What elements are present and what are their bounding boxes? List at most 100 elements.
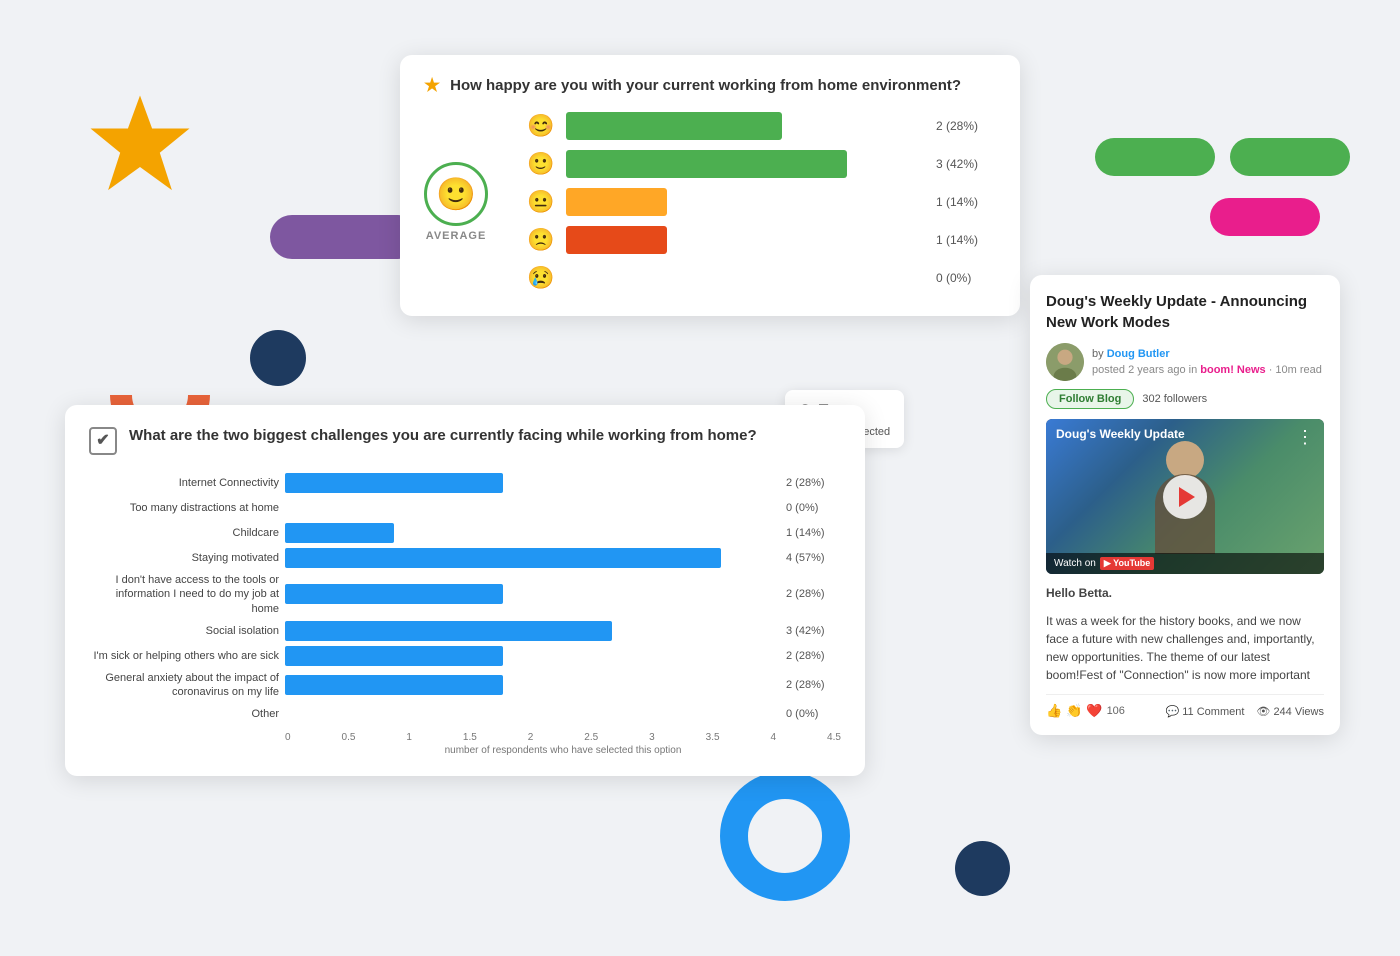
challenge-row-4: Staying motivated 4 (57%) [89,548,841,568]
decorative-green-pill-1 [1095,138,1215,176]
reaction-clap: 👏 [1066,703,1082,719]
blog-avatar [1046,343,1084,381]
blog-reactions: 👍 👏 ❤️ 106 [1046,703,1125,719]
challenges-card-title: ✔ What are the two biggest challenges yo… [89,425,841,455]
challenge-row-2: Too many distractions at home 0 (0%) [89,498,841,518]
blog-posted: posted 2 years ago in boom! News · 10m r… [1092,364,1322,376]
bar-2 [566,150,926,178]
x-axis: 00.511.522.533.544.5 [89,732,841,743]
challenge-row-5: I don't have access to the tools or info… [89,573,841,616]
happiness-row-4: 🙁 1 (14%) [526,226,996,254]
label-5: 0 (0%) [936,271,996,285]
challenge-row-3: Childcare 1 (14%) [89,523,841,543]
challenges-survey-card: ✔ What are the two biggest challenges yo… [65,405,865,776]
average-emoji: 🙂 [424,162,488,226]
blog-footer: 👍 👏 ❤️ 106 💬 11 Comment 👁 244 Views [1046,694,1324,719]
blog-comments[interactable]: 💬 11 Comment [1165,705,1244,718]
followers-count: 302 followers [1142,393,1207,405]
happiness-row-5: 😢 0 (0%) [526,264,996,292]
emoji-3: 😐 [526,189,556,215]
challenge-val-2: 0 (0%) [786,502,841,514]
challenge-label-8: General anxiety about the impact of coro… [89,671,279,700]
challenge-label-9: Other [89,707,279,721]
blog-actions: Follow Blog 302 followers [1046,389,1324,409]
challenge-label-1: Internet Connectivity [89,476,279,490]
happiness-row-3: 😐 1 (14%) [526,188,996,216]
bar-5 [566,264,926,292]
blog-by: by [1092,348,1107,360]
label-4: 1 (14%) [936,233,996,247]
challenge-bar-8 [285,675,780,695]
decorative-blue-donut [720,771,850,901]
happiness-row-1: 😊 2 (28%) [526,112,996,140]
challenge-bar-6 [285,621,780,641]
challenge-bar-1 [285,473,780,493]
follow-blog-button[interactable]: Follow Blog [1046,389,1134,409]
label-1: 2 (28%) [936,119,996,133]
bar-4 [566,226,926,254]
decorative-navy-circle [250,330,306,386]
challenge-bar-2 [285,498,780,518]
challenge-val-5: 2 (28%) [786,588,841,600]
happiness-average: 🙂 AVERAGE [424,162,488,242]
blog-body: It was a week for the history books, and… [1046,612,1324,684]
decorative-purple-pill [270,215,420,259]
challenge-bar-5 [285,584,780,604]
blog-card: Doug's Weekly Update - Announcing New Wo… [1030,275,1340,735]
blog-meta-text: by Doug Butler posted 2 years ago in boo… [1092,346,1322,379]
star-icon: ★ [424,75,440,96]
emoji-2: 🙂 [526,151,556,177]
blog-views: 👁 244 Views [1256,705,1324,718]
challenge-row-9: Other 0 (0%) [89,704,841,724]
challenge-label-5: I don't have access to the tools or info… [89,573,279,616]
blog-greeting: Hello Betta. [1046,584,1324,602]
x-axis-labels: 00.511.522.533.544.5 [285,732,841,743]
decorative-navy-circle-2 [955,841,1010,896]
challenge-bar-3 [285,523,780,543]
happiness-row-2: 🙂 3 (42%) [526,150,996,178]
challenge-label-2: Too many distractions at home [89,501,279,515]
youtube-logo: ▶ YouTube [1100,557,1154,570]
challenge-label-7: I'm sick or helping others who are sick [89,649,279,663]
emoji-4: 🙁 [526,227,556,253]
challenge-val-4: 4 (57%) [786,552,841,564]
x-axis-title: number of respondents who have selected … [89,745,841,756]
challenge-row-8: General anxiety about the impact of coro… [89,671,841,700]
challenges-chart: Internet Connectivity 2 (28%) Too many d… [89,473,841,724]
challenge-label-4: Staying motivated [89,551,279,565]
blog-title: Doug's Weekly Update - Announcing New Wo… [1046,291,1324,333]
challenge-bar-4 [285,548,780,568]
challenge-bar-7 [285,646,780,666]
challenge-row-6: Social isolation 3 (42%) [89,621,841,641]
decorative-red-pill [1210,198,1320,236]
reaction-heart: ❤️ [1086,703,1102,719]
decorative-green-pill-2 [1230,138,1350,176]
blog-author[interactable]: Doug Butler [1107,348,1170,360]
watch-on-label: Watch on [1054,558,1096,569]
happiness-survey-card: ★ How happy are you with your current wo… [400,55,1020,316]
challenge-val-7: 2 (28%) [786,650,841,662]
blog-video[interactable]: Doug's Weekly Update ⋮ Watch on ▶ YouTub… [1046,419,1324,574]
label-2: 3 (42%) [936,157,996,171]
reactions-count: 106 [1107,705,1125,717]
decorative-star [85,90,195,200]
video-play-button[interactable] [1163,475,1207,519]
bar-3 [566,188,926,216]
checkbox-icon: ✔ [89,427,117,455]
challenge-val-1: 2 (28%) [786,477,841,489]
emoji-5: 😢 [526,265,556,291]
blog-meta: by Doug Butler posted 2 years ago in boo… [1046,343,1324,381]
reaction-thumbs-up: 👍 [1046,703,1062,719]
challenge-val-9: 0 (0%) [786,708,841,720]
blog-stats: 💬 11 Comment 👁 244 Views [1165,705,1324,718]
challenge-label-3: Childcare [89,526,279,540]
video-more-button[interactable]: ⋮ [1296,427,1314,448]
happiness-chart: 😊 2 (28%) 🙂 3 (42%) 😐 1 (14% [516,112,996,292]
average-label: AVERAGE [426,230,487,242]
label-3: 1 (14%) [936,195,996,209]
video-youtube-bar: Watch on ▶ YouTube [1046,553,1324,574]
video-title: Doug's Weekly Update [1056,427,1185,441]
challenge-val-8: 2 (28%) [786,679,841,691]
challenge-bar-9 [285,704,780,724]
challenge-label-6: Social isolation [89,624,279,638]
